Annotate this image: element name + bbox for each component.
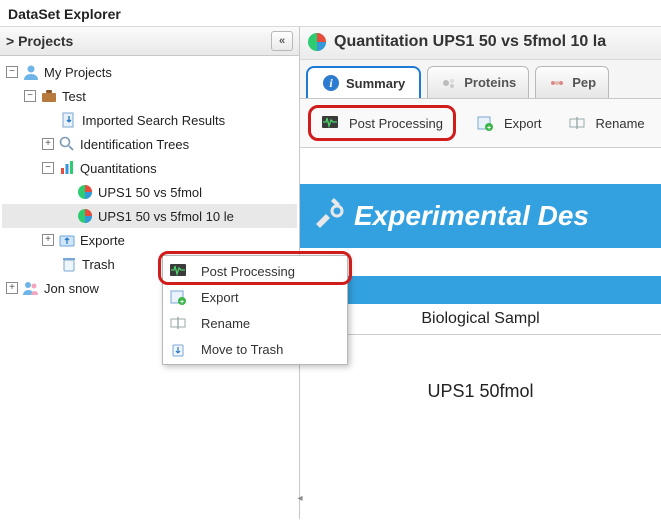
splitter-handle[interactable]: ◂ [296, 483, 304, 513]
context-label: Post Processing [201, 264, 295, 279]
bar-chart-icon [58, 159, 76, 177]
toolbar-export-button[interactable]: + Export [470, 110, 548, 136]
export-icon: + [169, 288, 187, 306]
info-icon: i [322, 74, 340, 92]
tree-node-identification-trees[interactable]: + Identification Trees [2, 132, 297, 156]
tree-node-test[interactable]: − Test [2, 84, 297, 108]
window-title: DataSet Explorer [0, 0, 661, 26]
toolbar-rename-button[interactable]: Rename [562, 110, 651, 136]
expander-icon[interactable]: + [42, 138, 54, 150]
tree-label: Jon snow [44, 281, 99, 296]
proteins-icon [440, 74, 458, 92]
toolbar-label: Rename [596, 116, 645, 131]
biological-samples-header: Biological Sampl [300, 304, 661, 335]
magnifier-icon [58, 135, 76, 153]
toolbar: Post Processing + Export Rename [300, 99, 661, 148]
tree-node-my-projects[interactable]: − My Projects [2, 60, 297, 84]
sidebar-header-label: > Projects [6, 33, 73, 49]
context-rename[interactable]: Rename [163, 310, 347, 336]
expander-icon[interactable]: − [42, 162, 54, 174]
export-icon: + [476, 114, 494, 132]
tree-node-exported[interactable]: + Exporte [2, 228, 297, 252]
tree-label: UPS1 50 vs 5fmol [98, 185, 202, 200]
tree-label: Trash [82, 257, 115, 272]
tree-label: Exporte [80, 233, 125, 248]
export-folder-icon [58, 231, 76, 249]
expander-icon[interactable]: − [6, 66, 18, 78]
rename-icon [568, 114, 586, 132]
tree-node-quant-a[interactable]: UPS1 50 vs 5fmol [2, 180, 297, 204]
context-label: Rename [201, 316, 250, 331]
tab-label: Proteins [464, 75, 516, 90]
tab-summary[interactable]: i Summary [306, 66, 421, 98]
pie-chart-icon [76, 207, 94, 225]
svg-text:+: + [180, 299, 184, 306]
tab-label: Summary [346, 76, 405, 91]
content-panel: Quantitation UPS1 50 vs 5fmol 10 la i Su… [300, 27, 661, 519]
sidebar-header: > Projects « [0, 27, 299, 56]
context-post-processing[interactable]: Post Processing [163, 258, 347, 284]
highlight-post-processing-toolbar: Post Processing [308, 105, 456, 141]
pie-chart-icon [306, 31, 328, 53]
expander-icon[interactable]: + [42, 234, 54, 246]
tree-label: Identification Trees [80, 137, 189, 152]
trash-move-icon [169, 340, 187, 358]
document-import-icon [60, 111, 78, 129]
sub-banner [300, 276, 661, 304]
toolbar-label: Export [504, 116, 542, 131]
toolbar-label: Post Processing [349, 116, 443, 131]
tree-label: Quantitations [80, 161, 157, 176]
content-title-label: Quantitation UPS1 50 vs 5fmol 10 la [334, 33, 606, 51]
expander-icon[interactable]: − [24, 90, 36, 102]
tree-label: My Projects [44, 65, 112, 80]
tree-label: UPS1 50 vs 5fmol 10 le [98, 209, 234, 224]
trash-icon [60, 255, 78, 273]
sample-value: UPS1 50fmol [300, 335, 661, 402]
context-export[interactable]: + Export [163, 284, 347, 310]
tab-label: Pep [572, 75, 596, 90]
monitor-wave-icon [169, 262, 187, 280]
tree-node-imported[interactable]: Imported Search Results [2, 108, 297, 132]
experimental-design-banner: Experimental Des [300, 184, 661, 248]
tab-peptides[interactable]: Pep [535, 66, 609, 98]
sidebar-collapse-button[interactable]: « [271, 31, 293, 51]
content-title-bar: Quantitation UPS1 50 vs 5fmol 10 la [300, 27, 661, 60]
tree-node-quant-b[interactable]: UPS1 50 vs 5fmol 10 le [2, 204, 297, 228]
monitor-wave-icon [321, 114, 339, 132]
context-menu: Post Processing + Export Rename Move to … [162, 255, 348, 365]
context-label: Move to Trash [201, 342, 283, 357]
tree-label: Test [62, 89, 86, 104]
svg-text:+: + [487, 125, 491, 132]
context-move-to-trash[interactable]: Move to Trash [163, 336, 347, 362]
pie-chart-icon [76, 183, 94, 201]
expander-icon[interactable]: + [6, 282, 18, 294]
briefcase-icon [40, 87, 58, 105]
toolbar-post-processing-button[interactable]: Post Processing [315, 110, 449, 136]
context-label: Export [201, 290, 239, 305]
tree-label: Imported Search Results [82, 113, 225, 128]
tree-node-quantitations[interactable]: − Quantitations [2, 156, 297, 180]
tab-proteins[interactable]: Proteins [427, 66, 529, 98]
peptides-icon [548, 74, 566, 92]
banner-label: Experimental Des [354, 200, 589, 231]
rename-icon [169, 314, 187, 332]
wrench-screwdriver-icon [310, 194, 346, 230]
user-icon [22, 63, 40, 81]
tab-bar: i Summary Proteins Pep [300, 60, 661, 99]
users-icon [22, 279, 40, 297]
